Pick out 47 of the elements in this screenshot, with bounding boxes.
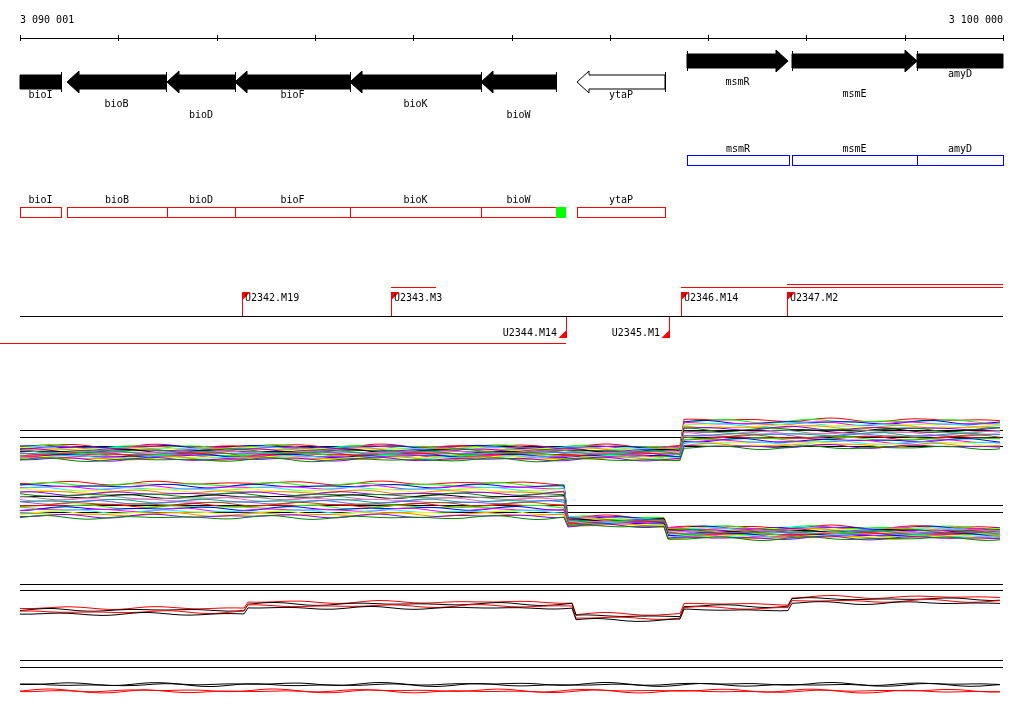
segment-extent-line: [390, 287, 437, 288]
gene-arrow[interactable]: [480, 70, 557, 94]
gene-arrow[interactable]: [66, 70, 167, 94]
gene-label: bioK: [403, 98, 428, 109]
gene-box[interactable]: [481, 207, 566, 218]
segment-label: U2342.M19: [245, 292, 300, 303]
gene-label: msmR: [725, 143, 751, 154]
gene-label: ytaP: [608, 194, 634, 205]
gene-label: msmE: [842, 143, 867, 154]
gene-label: bioF: [280, 194, 305, 205]
segment-label: U2346.M14: [684, 292, 739, 303]
gene-label: bioD: [188, 194, 214, 205]
gene-label: bioI: [28, 194, 53, 205]
gene-arrow[interactable]: [791, 49, 918, 73]
gene-box[interactable]: [20, 207, 62, 218]
gene-label: amyD: [947, 68, 973, 79]
segment-flag-icon: [661, 316, 670, 339]
gene-label: bioB: [104, 98, 129, 109]
gene-label: bioW: [506, 109, 531, 120]
gene-label: amyD: [947, 143, 973, 154]
segment-label: U2345.M1: [611, 327, 660, 338]
gene-label: bioI: [28, 89, 53, 100]
segment-label: U2347.M2: [790, 292, 839, 303]
gene-label: bioF: [280, 89, 305, 100]
gene-label: msmR: [725, 76, 750, 87]
segment-label: U2344.M14: [502, 327, 557, 338]
gene-box[interactable]: [167, 207, 236, 218]
gene-box[interactable]: [917, 155, 1004, 166]
gene-box[interactable]: [687, 155, 790, 166]
gene-label: bioB: [104, 194, 130, 205]
segment-flag-icon: [558, 316, 567, 339]
gene-box[interactable]: [67, 207, 168, 218]
gene-label: bioW: [506, 194, 531, 205]
gene-arrow[interactable]: [166, 70, 236, 94]
gene-label: msmE: [842, 88, 867, 99]
start-coordinate-label: 3 090 001: [20, 14, 75, 25]
gene-label: bioD: [188, 109, 214, 120]
gene-label: ytaP: [608, 89, 634, 100]
gene-label: bioK: [403, 194, 428, 205]
segment-label: U2343.M3: [394, 292, 443, 303]
end-coordinate-label: 3 100 000: [948, 14, 1003, 25]
gene-arrow[interactable]: [349, 70, 482, 94]
gene-box[interactable]: [792, 155, 918, 166]
gene-arrow[interactable]: [686, 49, 789, 73]
gene-box[interactable]: [577, 207, 666, 218]
gene-box[interactable]: [235, 207, 351, 218]
gene-box[interactable]: [350, 207, 482, 218]
